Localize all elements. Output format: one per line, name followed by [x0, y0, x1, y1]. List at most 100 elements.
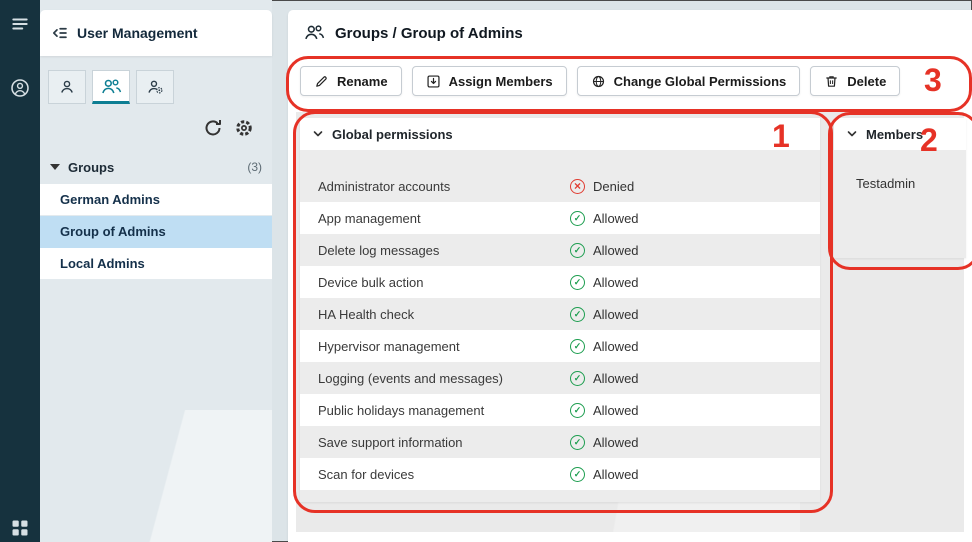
collapse-sidebar-icon[interactable]	[50, 24, 68, 42]
trash-icon	[824, 74, 839, 89]
global-permissions-header[interactable]: Global permissions	[300, 118, 820, 150]
status-text: Allowed	[593, 403, 639, 418]
status-text: Allowed	[593, 211, 639, 226]
denied-icon	[570, 179, 585, 194]
permission-row: Public holidays management Allowed	[300, 394, 820, 426]
status-text: Denied	[593, 179, 634, 194]
permission-row: Save support information Allowed	[300, 426, 820, 458]
chevron-down-icon	[312, 128, 324, 140]
tree-item-label: Local Admins	[60, 256, 145, 271]
permission-label: Administrator accounts	[318, 179, 570, 194]
breadcrumb[interactable]: Groups / Group of Admins	[335, 25, 523, 42]
pencil-icon	[314, 74, 329, 89]
tab-groups[interactable]	[92, 70, 130, 104]
permission-status: Allowed	[570, 275, 639, 290]
status-text: Allowed	[593, 435, 639, 450]
toolbar: Rename Assign Members Change Global Perm…	[300, 66, 900, 96]
panel-title: Global permissions	[332, 127, 453, 142]
users-group-icon	[101, 78, 122, 95]
groups-icon	[304, 24, 325, 42]
tab-user-settings[interactable]	[136, 70, 174, 104]
button-label: Rename	[337, 74, 388, 89]
user-circle-icon[interactable]	[10, 78, 30, 98]
allowed-icon	[570, 403, 585, 418]
permission-status: Denied	[570, 179, 634, 194]
chevron-down-icon	[846, 128, 858, 140]
permission-status: Allowed	[570, 307, 639, 322]
status-text: Allowed	[593, 371, 639, 386]
allowed-icon	[570, 243, 585, 258]
tree-item-local-admins[interactable]: Local Admins	[40, 248, 272, 280]
allowed-icon	[570, 467, 585, 482]
apps-grid-icon[interactable]	[10, 518, 30, 538]
permission-row: HA Health check Allowed	[300, 298, 820, 330]
allowed-icon	[570, 371, 585, 386]
sidebar-tabs	[48, 70, 174, 104]
permission-label: Public holidays management	[318, 403, 570, 418]
permission-row: Administrator accounts Denied	[300, 170, 820, 202]
status-text: Allowed	[593, 243, 639, 258]
groups-list: German Admins Group of Admins Local Admi…	[40, 184, 272, 280]
user-gear-icon	[146, 79, 164, 95]
permission-label: Logging (events and messages)	[318, 371, 570, 386]
global-permissions-panel: Global permissions Administrator account…	[300, 118, 820, 502]
allowed-icon	[570, 435, 585, 450]
menu-icon[interactable]	[10, 14, 30, 34]
assign-members-icon	[426, 74, 441, 89]
left-rail	[0, 0, 40, 542]
members-panel: Members Testadmin	[834, 118, 966, 258]
permission-label: Save support information	[318, 435, 570, 450]
assign-members-button[interactable]: Assign Members	[412, 66, 567, 96]
sidebar-header: User Management	[40, 10, 272, 56]
allowed-icon	[570, 275, 585, 290]
user-icon	[58, 79, 76, 95]
permission-label: App management	[318, 211, 570, 226]
sidebar-actions	[203, 118, 254, 138]
permission-status: Allowed	[570, 403, 639, 418]
permissions-list: Administrator accounts Denied App manage…	[300, 150, 820, 502]
allowed-icon	[570, 211, 585, 226]
permission-status: Allowed	[570, 243, 639, 258]
permission-row: Logging (events and messages) Allowed	[300, 362, 820, 394]
permission-row: Device bulk action Allowed	[300, 266, 820, 298]
permission-row: App management Allowed	[300, 202, 820, 234]
button-label: Change Global Permissions	[614, 74, 787, 89]
permission-status: Allowed	[570, 371, 639, 386]
permission-label: HA Health check	[318, 307, 570, 322]
members-list: Testadmin	[834, 150, 966, 258]
change-global-permissions-button[interactable]: Change Global Permissions	[577, 66, 801, 96]
tree-item-german-admins[interactable]: German Admins	[40, 184, 272, 216]
tree-root-groups[interactable]: Groups (3)	[40, 152, 272, 182]
status-text: Allowed	[593, 339, 639, 354]
allowed-icon	[570, 339, 585, 354]
members-header[interactable]: Members	[834, 118, 966, 150]
permission-label: Device bulk action	[318, 275, 570, 290]
permission-row: Delete log messages Allowed	[300, 234, 820, 266]
permission-status: Allowed	[570, 435, 639, 450]
sidebar-title: User Management	[77, 25, 198, 41]
permission-status: Allowed	[570, 211, 639, 226]
member-item[interactable]: Testadmin	[856, 176, 966, 191]
tree-item-label: German Admins	[60, 192, 160, 207]
button-label: Assign Members	[449, 74, 553, 89]
permission-status: Allowed	[570, 467, 639, 482]
refresh-icon[interactable]	[203, 118, 223, 138]
main-header: Groups / Group of Admins	[304, 10, 523, 56]
tree-item-group-of-admins[interactable]: Group of Admins	[40, 216, 272, 248]
status-text: Allowed	[593, 275, 639, 290]
permission-label: Hypervisor management	[318, 339, 570, 354]
panel-title: Members	[866, 127, 923, 142]
globe-icon	[591, 74, 606, 89]
permission-row: Hypervisor management Allowed	[300, 330, 820, 362]
status-text: Allowed	[593, 467, 639, 482]
tab-user[interactable]	[48, 70, 86, 104]
status-text: Allowed	[593, 307, 639, 322]
delete-button[interactable]: Delete	[810, 66, 900, 96]
rename-button[interactable]: Rename	[300, 66, 402, 96]
tree-count: (3)	[247, 160, 262, 174]
gear-icon[interactable]	[234, 118, 254, 138]
permission-label: Scan for devices	[318, 467, 570, 482]
permission-label: Delete log messages	[318, 243, 570, 258]
tree-item-label: Group of Admins	[60, 224, 166, 239]
button-label: Delete	[847, 74, 886, 89]
